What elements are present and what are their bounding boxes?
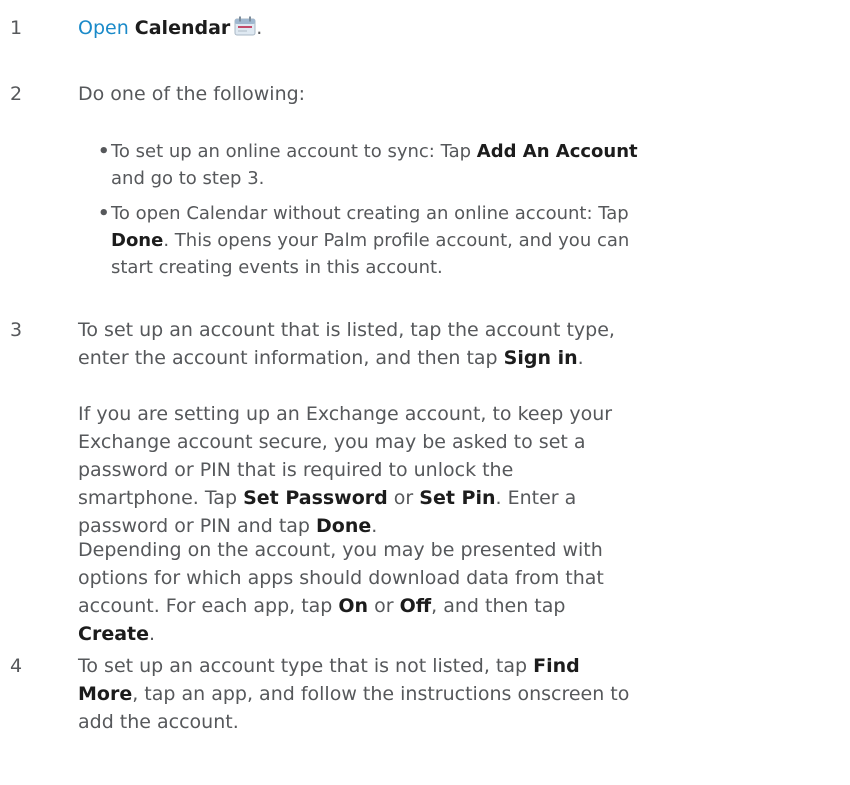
set-pin-label: Set Pin — [419, 487, 496, 509]
step-number: 2 — [10, 83, 23, 105]
bullet-dot: • — [98, 141, 110, 162]
calendar-icon — [234, 16, 256, 44]
trailing-period: . — [256, 17, 263, 39]
step-intro: Do one of the following: — [78, 83, 306, 105]
sign-in-label: Sign in — [503, 347, 578, 369]
step-text: To set up an account type that is not li… — [78, 655, 630, 733]
app-name-calendar: Calendar — [134, 17, 231, 39]
on-label: On — [338, 595, 369, 617]
list-item: • To set up an online account to sync: T… — [98, 138, 658, 192]
step-number: 3 — [10, 319, 23, 341]
off-label: Off — [399, 595, 432, 617]
set-password-label: Set Password — [243, 487, 388, 509]
bullet-text: To open Calendar without creating an onl… — [111, 203, 630, 278]
done-label: Done — [316, 515, 372, 537]
bullet-text: To set up an online account to sync: Tap… — [111, 141, 638, 189]
step-text: To set up an account that is listed, tap… — [78, 319, 615, 369]
instruction-document: 1 Open Calendar . 2 Do one of the follow… — [0, 0, 850, 785]
step-text: Open Calendar . — [78, 14, 638, 44]
bullet-dot: • — [98, 203, 110, 224]
step-number: 4 — [10, 655, 23, 677]
list-item: • To open Calendar without creating an o… — [98, 200, 658, 281]
create-label: Create — [78, 623, 149, 645]
open-link[interactable]: Open — [78, 17, 129, 39]
apps-paragraph: Depending on the account, you may be pre… — [78, 539, 604, 645]
done-label: Done — [111, 230, 164, 251]
step-number: 1 — [10, 17, 23, 39]
add-account-label: Add An Account — [476, 141, 638, 162]
exchange-paragraph: If you are setting up an Exchange accoun… — [78, 403, 613, 537]
